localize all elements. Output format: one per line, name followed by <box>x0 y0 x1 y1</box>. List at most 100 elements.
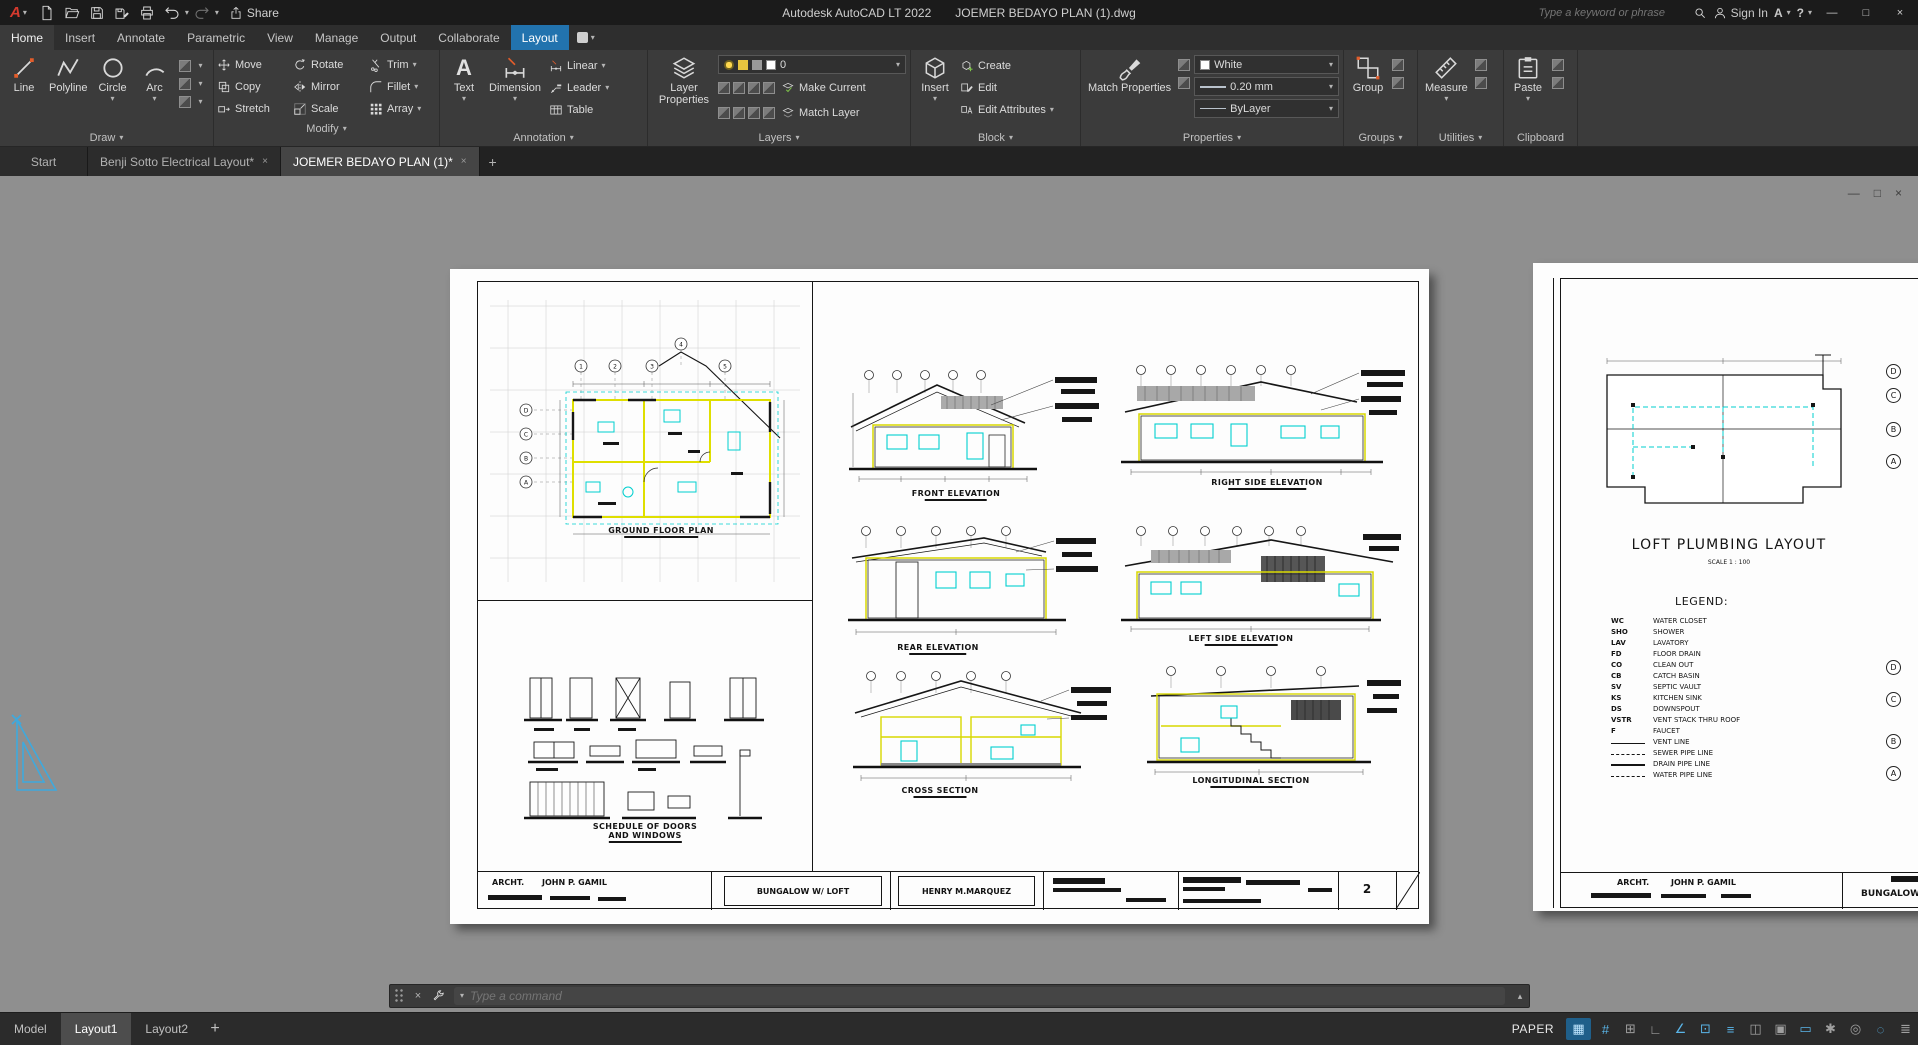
paper-model-toggle[interactable]: PAPER <box>1502 1013 1564 1045</box>
match-layer-button[interactable]: Match Layer <box>778 102 863 124</box>
osnap-icon[interactable]: ⊡ <box>1693 1013 1718 1045</box>
dimension-button[interactable]: Dimension ▾ <box>486 53 544 105</box>
text-button[interactable]: A Text ▾ <box>444 53 484 105</box>
make-current-button[interactable]: Make Current <box>778 77 869 99</box>
panel-label-draw[interactable]: Draw ▾ <box>0 129 213 146</box>
panel-label-annotation[interactable]: Annotation ▾ <box>440 129 647 146</box>
edit-attributes-button[interactable]: Edit Attributes ▾ <box>957 99 1057 121</box>
tab-view[interactable]: View <box>256 25 304 50</box>
close-button[interactable]: × <box>1886 0 1914 25</box>
linetype-dropdown[interactable]: ByLayer ▾ <box>1194 99 1339 118</box>
save-as-button[interactable] <box>110 2 134 24</box>
match-properties-button[interactable]: Match Properties <box>1085 53 1174 96</box>
tab-manage[interactable]: Manage <box>304 25 369 50</box>
panel-label-modify[interactable]: Modify ▾ <box>214 120 439 137</box>
layer-off-icon[interactable] <box>763 82 775 94</box>
stretch-button[interactable]: Stretch <box>214 98 290 120</box>
chevron-down-icon[interactable]: ▾ <box>215 8 219 17</box>
tab-collaborate[interactable]: Collaborate <box>427 25 510 50</box>
restore-button[interactable]: □ <box>1852 0 1880 25</box>
undo-button[interactable] <box>160 2 184 24</box>
tab-home[interactable]: Home <box>0 25 55 50</box>
create-block-button[interactable]: Create <box>957 55 1057 77</box>
command-field[interactable]: ▾ <box>454 987 1505 1005</box>
insert-block-button[interactable]: Insert ▾ <box>915 53 955 105</box>
properties-list-icon[interactable] <box>1178 59 1191 71</box>
paper-space-icon[interactable]: ▦ <box>1566 1018 1591 1040</box>
file-tab-joemer-bedayo[interactable]: JOEMER BEDAYO PLAN (1)* × <box>280 147 480 176</box>
ortho-icon[interactable]: ∟ <box>1643 1013 1668 1045</box>
polar-tracking-icon[interactable]: ∠ <box>1668 1013 1693 1045</box>
leader-button[interactable]: Leader ▾ <box>546 77 612 99</box>
search-icon[interactable] <box>1693 6 1707 20</box>
layer-thaw-icon[interactable] <box>763 107 775 119</box>
rectangle-tool-icon[interactable] <box>178 60 191 72</box>
layer-freeze-tool-icon[interactable] <box>748 82 760 94</box>
quick-calculator-icon[interactable] <box>1474 77 1487 89</box>
array-button[interactable]: Array ▾ <box>366 98 440 120</box>
tab-layout[interactable]: Layout <box>510 25 569 50</box>
id-point-icon[interactable] <box>1474 59 1487 71</box>
layer-lock-tool-icon[interactable] <box>718 107 730 119</box>
file-tab-benji-sotto[interactable]: Benji Sotto Electrical Layout* × <box>88 147 281 176</box>
ungroup-icon[interactable] <box>1392 59 1404 71</box>
polyline-button[interactable]: Polyline <box>46 53 91 96</box>
command-line-bar[interactable]: × ▾ ▴ <box>389 984 1530 1008</box>
tab-output[interactable]: Output <box>369 25 427 50</box>
annotation-scale-icon[interactable]: ▭ <box>1793 1013 1818 1045</box>
autocad-logo[interactable]: A ▾ <box>4 4 33 21</box>
layer-unlock-icon[interactable] <box>733 107 745 119</box>
paste-button[interactable]: Paste ▾ <box>1508 53 1548 105</box>
help-button[interactable]: ? ▾ <box>1797 6 1812 20</box>
open-file-button[interactable] <box>60 2 84 24</box>
cut-icon[interactable] <box>1552 59 1564 71</box>
scale-button[interactable]: Scale <box>290 98 366 120</box>
chevron-down-icon[interactable]: ▾ <box>185 8 189 17</box>
chevron-down-icon[interactable]: ▾ <box>199 80 203 88</box>
customize-command-button[interactable] <box>428 989 448 1003</box>
panel-label-properties[interactable]: Properties ▾ <box>1081 129 1343 146</box>
save-button[interactable] <box>85 2 109 24</box>
line-button[interactable]: Line <box>4 53 44 96</box>
mirror-button[interactable]: Mirror <box>290 76 366 98</box>
object-color-dropdown[interactable]: White ▾ <box>1194 55 1339 74</box>
search-input[interactable] <box>1538 6 1689 19</box>
panel-label-layers[interactable]: Layers ▾ <box>648 129 910 146</box>
annotation-monitor-icon[interactable]: ◎ <box>1843 1013 1868 1045</box>
recent-commands-button[interactable]: ▴ <box>1511 991 1529 1002</box>
layout2-tab[interactable]: Layout2 <box>131 1013 202 1045</box>
drawing-restore-button[interactable]: □ <box>1874 186 1881 200</box>
selection-cycling-icon[interactable]: ▣ <box>1768 1013 1793 1045</box>
panel-label-clipboard[interactable]: Clipboard <box>1504 129 1577 146</box>
redo-button[interactable] <box>190 2 214 24</box>
close-icon[interactable]: × <box>461 156 467 167</box>
drag-grip-icon[interactable] <box>394 988 404 1004</box>
grid-icon[interactable]: # <box>1593 1013 1618 1045</box>
snap-icon[interactable]: ⊞ <box>1618 1013 1643 1045</box>
plot-button[interactable] <box>135 2 159 24</box>
new-file-button[interactable] <box>35 2 59 24</box>
command-input[interactable] <box>470 989 1499 1003</box>
tab-annotate[interactable]: Annotate <box>106 25 176 50</box>
transparency-icon[interactable]: ◫ <box>1743 1013 1768 1045</box>
command-close-button[interactable]: × <box>408 990 428 1002</box>
model-tab[interactable]: Model <box>0 1013 61 1045</box>
lineweight-icon[interactable]: ≡ <box>1718 1013 1743 1045</box>
measure-button[interactable]: Measure ▾ <box>1422 53 1471 105</box>
new-drawing-tab-button[interactable]: + <box>480 147 506 176</box>
circle-button[interactable]: Circle ▾ <box>93 53 133 105</box>
rotate-button[interactable]: Rotate <box>290 54 366 76</box>
layer-unisolate-icon[interactable] <box>733 82 745 94</box>
close-icon[interactable]: × <box>262 156 268 167</box>
chevron-down-icon[interactable]: ▾ <box>199 62 203 70</box>
isolate-icon[interactable]: ◌ <box>1868 1013 1893 1045</box>
copy-button[interactable]: Copy <box>214 76 290 98</box>
workspace-icon[interactable]: ✱ <box>1818 1013 1843 1045</box>
group-button[interactable]: Group <box>1348 53 1388 96</box>
minimize-button[interactable]: — <box>1818 0 1846 25</box>
drawing-canvas[interactable]: — □ × 1 2 3 4 5 D C B A GROUND FLOOR PLA… <box>0 176 1918 1012</box>
arc-button[interactable]: Arc ▾ <box>135 53 175 105</box>
fillet-button[interactable]: Fillet ▾ <box>366 76 440 98</box>
drawing-minimize-button[interactable]: — <box>1848 186 1860 200</box>
table-button[interactable]: Table <box>546 99 612 121</box>
